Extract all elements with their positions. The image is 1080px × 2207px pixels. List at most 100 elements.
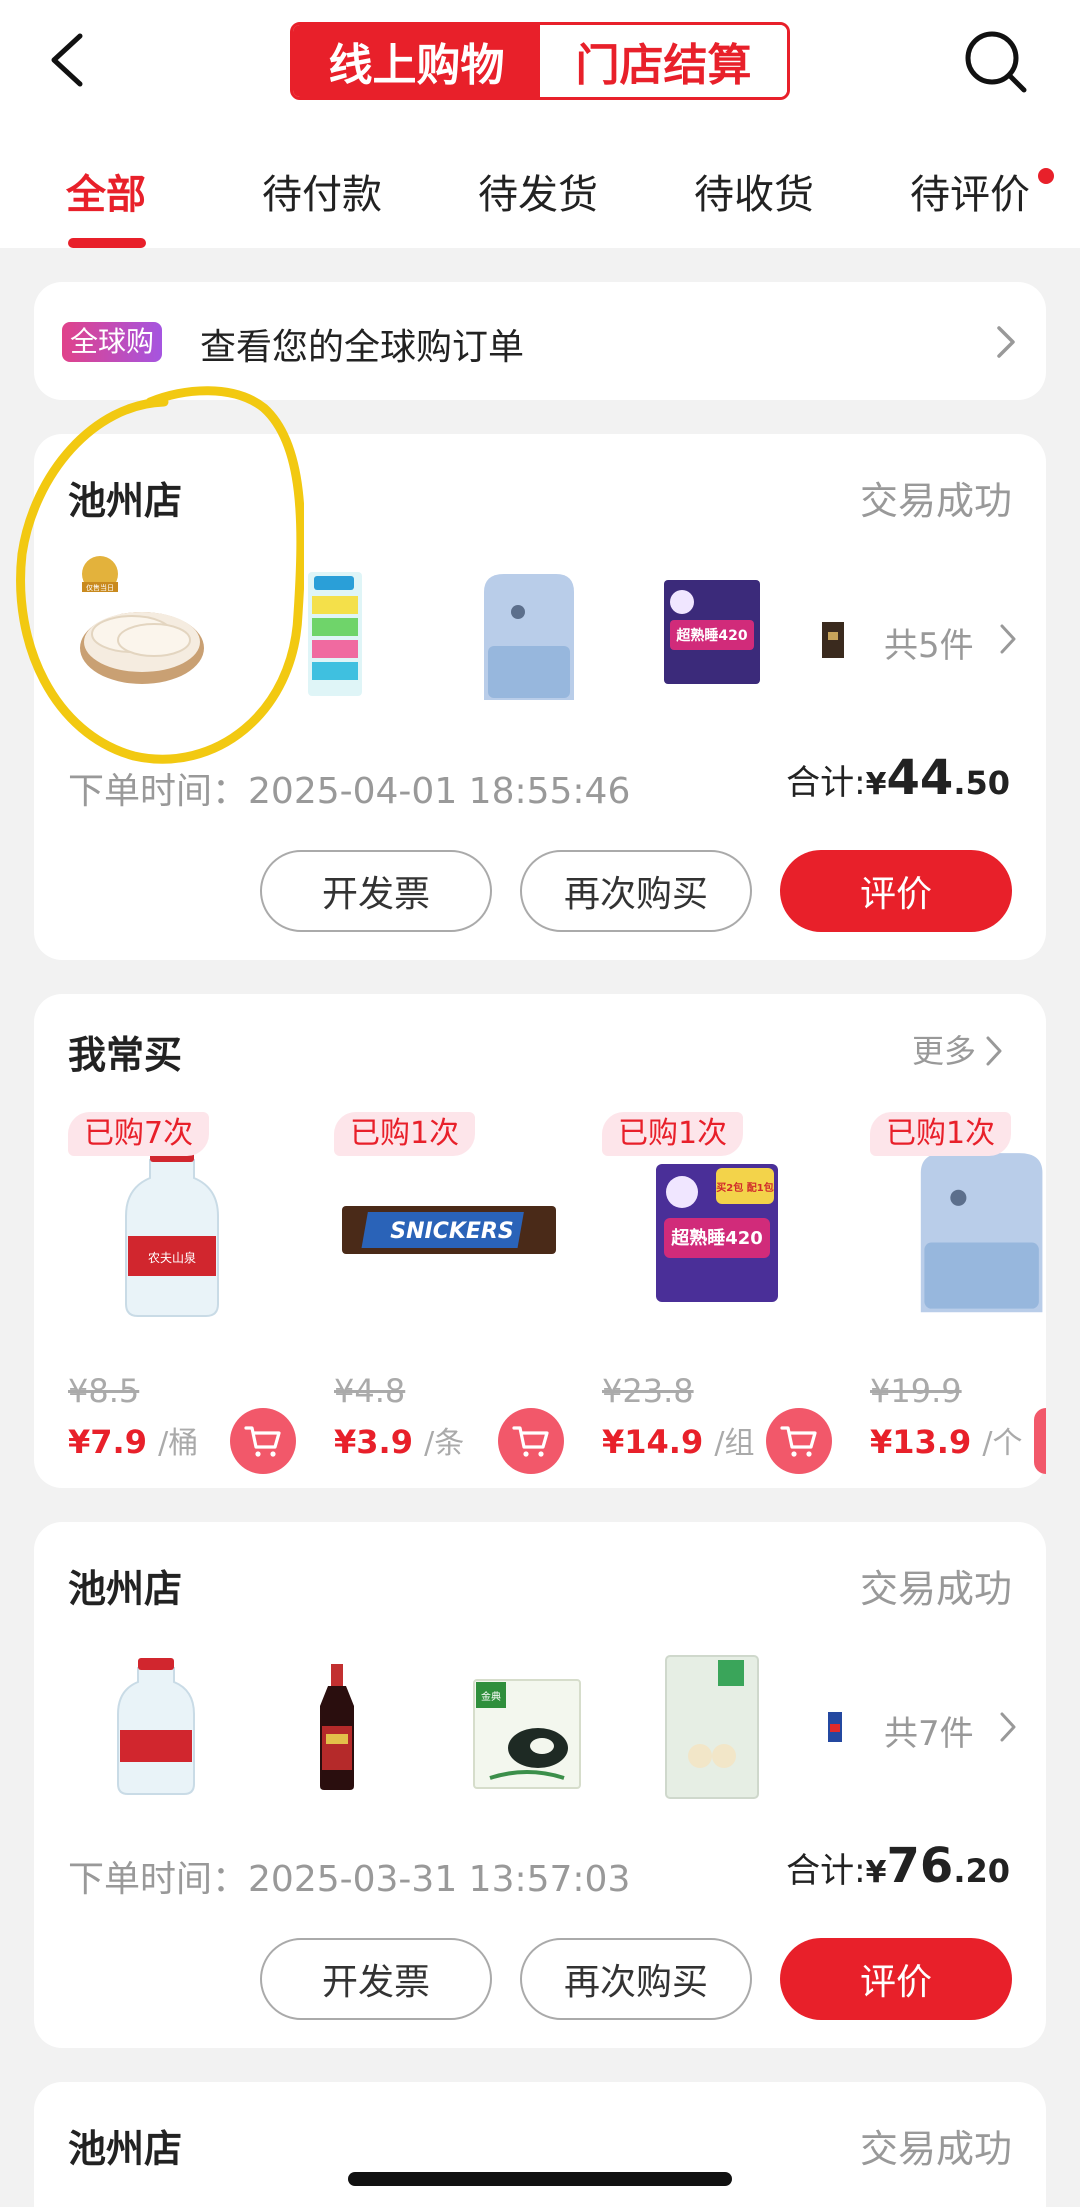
chevron-left-icon xyxy=(51,33,83,87)
frequent-buys-title: 我常买 xyxy=(68,1033,183,1077)
product-label-water: 农夫山泉 xyxy=(148,1251,196,1265)
product-image-water[interactable]: 农夫山泉 xyxy=(120,1144,224,1320)
product-image-sanitary-pads[interactable]: 买2包 配1包 超熟睡420 xyxy=(652,1158,782,1306)
order-status: 交易成功 xyxy=(859,479,1012,523)
cart-icon xyxy=(780,1426,817,1457)
segment-store-checkout[interactable]: 门店结算 xyxy=(540,25,787,97)
order-time-label: 下单时间： xyxy=(68,771,249,812)
bought-count-badge: 已购1次 xyxy=(334,1112,476,1156)
home-indicator xyxy=(348,2172,732,2186)
sale-price: ¥13.9 /个 xyxy=(870,1418,1022,1462)
total-label: 合计: xyxy=(786,763,866,803)
price-unit: /桶 xyxy=(158,1426,199,1461)
tab-pending-receipt[interactable]: 待收货 xyxy=(694,162,814,220)
sale-price-value: ¥13.9 xyxy=(870,1423,972,1461)
invoice-button[interactable]: 开发票 xyxy=(260,850,492,932)
product-label-pad: 超熟睡420 xyxy=(675,627,747,644)
product-thumbnail-milk[interactable]: 金典 xyxy=(470,1662,584,1792)
tab-pending-payment[interactable]: 待付款 xyxy=(262,162,382,220)
tab-pending-shipment[interactable]: 待发货 xyxy=(478,162,598,220)
chevron-right-icon xyxy=(1000,624,1016,654)
product-image-pencil-sharpener[interactable] xyxy=(894,1132,1046,1328)
sale-price-value: ¥14.9 xyxy=(602,1423,704,1461)
product-thumbnail-water[interactable] xyxy=(112,1656,200,1796)
total-integer: 44 xyxy=(886,750,954,806)
product-label-snickers: SNICKERS xyxy=(390,1219,513,1244)
search-icon xyxy=(965,31,1027,93)
order-card[interactable]: 池州店 交易成功 金典 共7件 下单时间：2025-03-31 13:57:03… xyxy=(34,1522,1046,2048)
notification-dot xyxy=(1038,168,1054,184)
chevron-right-icon xyxy=(1000,1712,1016,1742)
product-thumbnail-soy-sauce[interactable] xyxy=(314,1662,360,1792)
sale-price: ¥3.9 /条 xyxy=(334,1418,464,1462)
total-decimal: .20 xyxy=(953,1852,1010,1890)
cart-icon xyxy=(244,1426,281,1457)
sale-price: ¥14.9 /组 xyxy=(602,1418,754,1462)
shopping-mode-switch: 线上购物 门店结算 xyxy=(290,22,790,100)
tab-pending-review[interactable]: 待评价 xyxy=(910,162,1030,220)
cart-icon xyxy=(512,1426,549,1457)
product-thumbnail-pencil-sharpener[interactable] xyxy=(452,562,602,712)
product-image-snickers[interactable]: SNICKERS xyxy=(340,1200,558,1260)
segment-online-shopping[interactable]: 线上购物 xyxy=(293,25,540,97)
add-to-cart-button[interactable] xyxy=(766,1408,832,1474)
order-status: 交易成功 xyxy=(859,2127,1012,2171)
product-thumbnail-sanitary-pads[interactable]: 超熟睡420 xyxy=(660,572,764,692)
bought-count-badge: 已购1次 xyxy=(602,1112,744,1156)
original-price: ¥19.9 xyxy=(870,1372,962,1410)
product-thumbnail-more[interactable] xyxy=(826,1710,844,1744)
total-integer: 76 xyxy=(886,1838,954,1894)
invoice-button[interactable]: 开发票 xyxy=(260,1938,492,2020)
buy-again-button[interactable]: 再次购买 xyxy=(520,1938,752,2020)
order-status: 交易成功 xyxy=(859,1567,1012,1611)
header: 线上购物 门店结算 全部 待付款 待发货 待收货 待评价 xyxy=(0,0,1080,248)
bought-count-badge: 已购1次 xyxy=(870,1112,1012,1156)
order-card[interactable]: 池州店 交易成功 xyxy=(34,2082,1046,2207)
global-order-link[interactable]: 全球购 查看您的全球购订单 xyxy=(34,282,1046,400)
original-price: ¥23.8 xyxy=(602,1372,694,1410)
add-to-cart-button[interactable] xyxy=(1034,1408,1046,1474)
currency-symbol: ¥ xyxy=(865,767,887,802)
store-name: 池州店 xyxy=(68,1567,183,1611)
price-unit: /组 xyxy=(714,1426,755,1461)
product-label-pad-promo: 买2包 配1包 xyxy=(716,1181,773,1194)
order-time-label: 下单时间： xyxy=(68,1859,249,1900)
chevron-right-icon xyxy=(986,1036,1002,1066)
bought-count-badge: 已购7次 xyxy=(68,1112,210,1156)
add-to-cart-button[interactable] xyxy=(498,1408,564,1474)
tab-all[interactable]: 全部 xyxy=(66,162,146,220)
frequent-buys-section: 我常买 更多 农夫山泉 已购7次 ¥8.5 ¥7.9 /桶 SNICKERS 已… xyxy=(34,994,1046,1488)
search-button[interactable] xyxy=(962,28,1028,94)
highlight-annotation xyxy=(16,386,304,764)
order-total: 合计:¥76.20 xyxy=(786,1838,1010,1894)
product-thumbnail-more[interactable] xyxy=(820,620,846,660)
add-to-cart-button[interactable] xyxy=(230,1408,296,1474)
sale-price-value: ¥3.9 xyxy=(334,1423,413,1461)
order-total: 合计:¥44.50 xyxy=(786,750,1010,806)
order-time-value: 2025-04-01 18:55:46 xyxy=(248,771,631,812)
review-button[interactable]: 评价 xyxy=(780,850,1012,932)
product-thumbnail-crackers[interactable] xyxy=(660,1652,764,1802)
product-thumbnail-sponge[interactable] xyxy=(300,568,370,700)
more-link[interactable]: 更多 xyxy=(912,1026,976,1072)
store-name: 池州店 xyxy=(68,2127,183,2171)
active-tab-indicator xyxy=(68,238,146,248)
order-tabs: 全部 待付款 待发货 待收货 待评价 xyxy=(0,150,1080,248)
buy-again-button[interactable]: 再次购买 xyxy=(520,850,752,932)
order-time: 下单时间：2025-03-31 13:57:03 xyxy=(68,1850,630,1902)
product-label-milk: 金典 xyxy=(481,1690,501,1703)
item-count[interactable]: 共5件 xyxy=(884,618,974,667)
currency-symbol: ¥ xyxy=(865,1855,887,1890)
price-unit: /个 xyxy=(982,1426,1023,1461)
back-button[interactable] xyxy=(40,28,96,92)
total-label: 合计: xyxy=(786,1851,866,1891)
original-price: ¥8.5 xyxy=(68,1372,140,1410)
sale-price: ¥7.9 /桶 xyxy=(68,1418,198,1462)
chevron-right-icon xyxy=(997,326,1015,358)
price-unit: /条 xyxy=(424,1426,465,1461)
product-label-pad: 超熟睡420 xyxy=(671,1227,763,1249)
total-decimal: .50 xyxy=(953,764,1010,802)
review-button[interactable]: 评价 xyxy=(780,1938,1012,2020)
item-count[interactable]: 共7件 xyxy=(884,1706,974,1755)
global-purchase-badge: 全球购 xyxy=(62,322,163,362)
